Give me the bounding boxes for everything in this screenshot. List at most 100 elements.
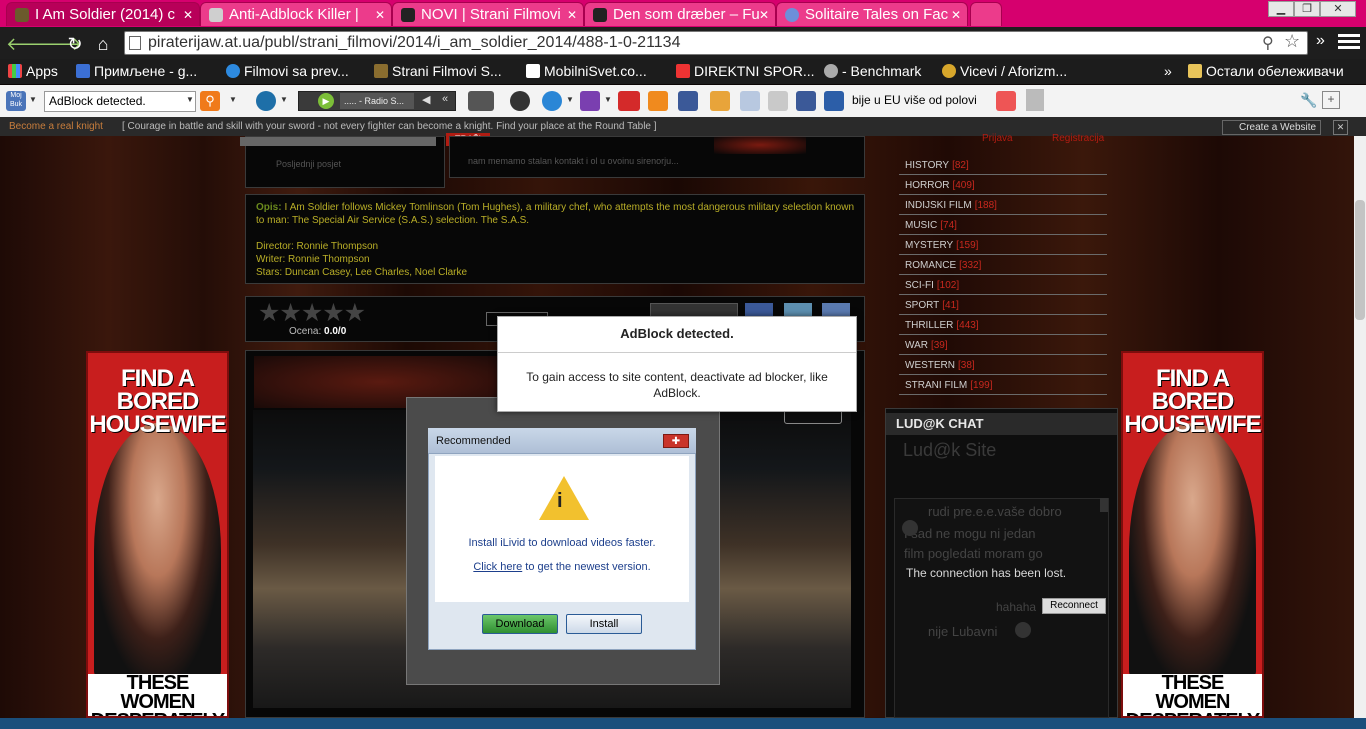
genre-item[interactable]: WESTERN [38]	[899, 356, 1107, 375]
bookmark-other[interactable]: Остали обележивачи	[1188, 59, 1344, 84]
genre-count: [39]	[930, 340, 948, 351]
chevron-down-icon[interactable]: ▼	[229, 95, 237, 104]
extension-placeholder-icon[interactable]	[1026, 89, 1044, 111]
facebook-icon[interactable]	[678, 91, 698, 111]
bookmark-mobilnisvet[interactable]: MobilniSvet.co...	[526, 59, 647, 84]
scrollbar-thumb[interactable]	[1355, 200, 1365, 320]
reconnect-button[interactable]: Reconnect	[1042, 598, 1106, 614]
search-icon[interactable]: ⚲	[200, 91, 220, 111]
trash-icon[interactable]	[996, 91, 1016, 111]
radio-station[interactable]: ..... - Radio S...	[340, 93, 414, 109]
login-link[interactable]: Prijava	[982, 133, 1013, 144]
close-icon[interactable]: ✕	[759, 3, 769, 26]
tab-novi-strani[interactable]: NOVI | Strani Filmovi ✕	[392, 2, 584, 26]
bookmark-apps[interactable]: Apps	[8, 59, 58, 84]
bookmark-star-icon[interactable]: ☆	[1284, 31, 1300, 52]
bookmark-vicevi[interactable]: Vicevi / Aforizm...	[942, 59, 1067, 84]
chat-site-title: Lud@k Site	[903, 440, 997, 460]
menu-icon[interactable]	[1338, 34, 1360, 52]
overflow-chevron-icon[interactable]: »	[1316, 32, 1325, 50]
right-ad-banner[interactable]: FIND A BORED HOUSEWIFE THESE WOMEN DESPE…	[1121, 351, 1264, 718]
mail-icon[interactable]	[710, 91, 730, 111]
tab-i-am-soldier[interactable]: I Am Soldier (2014) c ✕	[6, 2, 200, 26]
bookmark-strani[interactable]: Strani Filmovi S...	[374, 59, 502, 84]
chevron-down-icon[interactable]: ▼	[280, 95, 288, 104]
robot-icon[interactable]	[740, 91, 760, 111]
create-website-button[interactable]: Create a Website	[1222, 120, 1322, 135]
home-icon[interactable]: ⌂	[92, 33, 114, 55]
facebook-icon[interactable]	[796, 91, 816, 111]
music-note-icon[interactable]	[580, 91, 600, 111]
rewind-icon[interactable]: «	[442, 93, 448, 105]
news-ticker[interactable]: bije u EU više od polovi	[852, 93, 977, 107]
close-icon[interactable]: ✕	[567, 3, 577, 26]
tab-solitaire[interactable]: Solitaire Tales on Fac ✕	[776, 2, 968, 26]
close-icon[interactable]: ✕	[1333, 120, 1348, 135]
back-icon[interactable]: 🡐	[6, 33, 54, 55]
bookmark-direktni[interactable]: DIREKTNI SPOR...	[676, 59, 815, 84]
search-input[interactable]	[240, 137, 436, 146]
genre-item[interactable]: SPORT [41]	[899, 296, 1107, 315]
add-icon[interactable]: +	[1322, 91, 1340, 109]
window-close-icon[interactable]: ✕	[1320, 1, 1356, 17]
close-icon[interactable]: ✕	[183, 3, 193, 26]
ilivid-close-icon[interactable]: ✚	[663, 434, 689, 448]
chevron-down-icon[interactable]: ▼	[186, 95, 194, 104]
tv-icon[interactable]	[468, 91, 494, 111]
headphones-icon[interactable]	[510, 91, 530, 111]
toolbar-search-input[interactable]: AdBlock detected.	[44, 91, 196, 112]
genre-name: SPORT	[905, 300, 940, 311]
bookmark-benchmark[interactable]: - Benchmark	[824, 59, 921, 84]
genre-item[interactable]: STRANI FILM [199]	[899, 376, 1107, 395]
world-icon[interactable]	[542, 91, 562, 111]
chat-scrollbar[interactable]	[1100, 498, 1108, 512]
genre-item[interactable]: HISTORY [82]	[899, 156, 1107, 175]
search-icon[interactable]: ⚲	[1262, 33, 1274, 53]
ilivid-link-row: Click here to get the newest version.	[473, 561, 651, 573]
bookmark-filmovi[interactable]: Filmovi sa prev...	[226, 59, 349, 84]
volume-icon[interactable]: ◀	[422, 93, 430, 106]
chevron-down-icon[interactable]: ▼	[604, 95, 612, 104]
genre-name: HISTORY	[905, 160, 950, 171]
gamepad-icon[interactable]	[768, 91, 788, 111]
install-button[interactable]: Install	[566, 614, 642, 634]
genre-item[interactable]: HORROR [409]	[899, 176, 1107, 195]
tab-anti-adblock[interactable]: Anti-Adblock Killer | ✕	[200, 2, 392, 26]
play-vids-icon[interactable]	[618, 91, 640, 111]
chevron-down-icon[interactable]: ▼	[29, 95, 37, 104]
tab-den-som[interactable]: Den som dræber – Fu ✕	[584, 2, 776, 26]
globe-icon[interactable]	[256, 91, 276, 111]
genre-item[interactable]: MUSIC [74]	[899, 216, 1107, 235]
close-icon[interactable]: ✕	[375, 3, 385, 26]
moj-buk-icon[interactable]: Moj Buk	[6, 91, 26, 111]
reload-icon[interactable]: ↻	[64, 33, 86, 55]
genre-item[interactable]: SCI-FI [102]	[899, 276, 1107, 295]
minimize-icon[interactable]: ▁	[1268, 1, 1294, 17]
genre-item[interactable]: THRILLER [443]	[899, 316, 1107, 335]
genre-name: STRANI FILM	[905, 380, 968, 391]
ilivid-click-here-link[interactable]: Click here	[473, 561, 522, 573]
genre-item[interactable]: WAR [39]	[899, 336, 1107, 355]
bookmark-gmail[interactable]: Примљене - g...	[76, 59, 197, 84]
chat-message: rudi pre.e.e.vaše dobro	[928, 504, 1062, 519]
forward-icon[interactable]: 🡒	[34, 33, 82, 55]
chevron-down-icon[interactable]: ▼	[566, 95, 574, 104]
left-ad-banner[interactable]: FIND A BORED HOUSEWIFE THESE WOMEN DESPE…	[86, 351, 229, 718]
rss-icon[interactable]	[648, 91, 668, 111]
wrench-icon[interactable]: 🔧	[1300, 92, 1317, 109]
genre-item[interactable]: MYSTERY [159]	[899, 236, 1107, 255]
url-text[interactable]: piraterijaw.at.ua/publ/strani_filmovi/20…	[148, 33, 680, 53]
bookmarks-overflow[interactable]: »	[1164, 59, 1172, 84]
download-button[interactable]: Download	[482, 614, 558, 634]
play-icon[interactable]: ▶	[318, 93, 334, 109]
genre-item[interactable]: ROMANCE [332]	[899, 256, 1107, 275]
close-icon[interactable]: ✕	[951, 3, 961, 26]
new-tab-button[interactable]	[970, 2, 1002, 26]
rating-stars[interactable]: ★★★★★	[258, 298, 366, 328]
chat-title: LUD@K CHAT	[886, 413, 1117, 435]
register-link[interactable]: Registracija	[1052, 133, 1104, 144]
genre-item[interactable]: INDIJSKI FILM [188]	[899, 196, 1107, 215]
maximize-icon[interactable]: ❐	[1294, 1, 1320, 17]
calendar-icon[interactable]	[824, 91, 844, 111]
become-knight-link[interactable]: Become a real knight	[9, 117, 103, 136]
